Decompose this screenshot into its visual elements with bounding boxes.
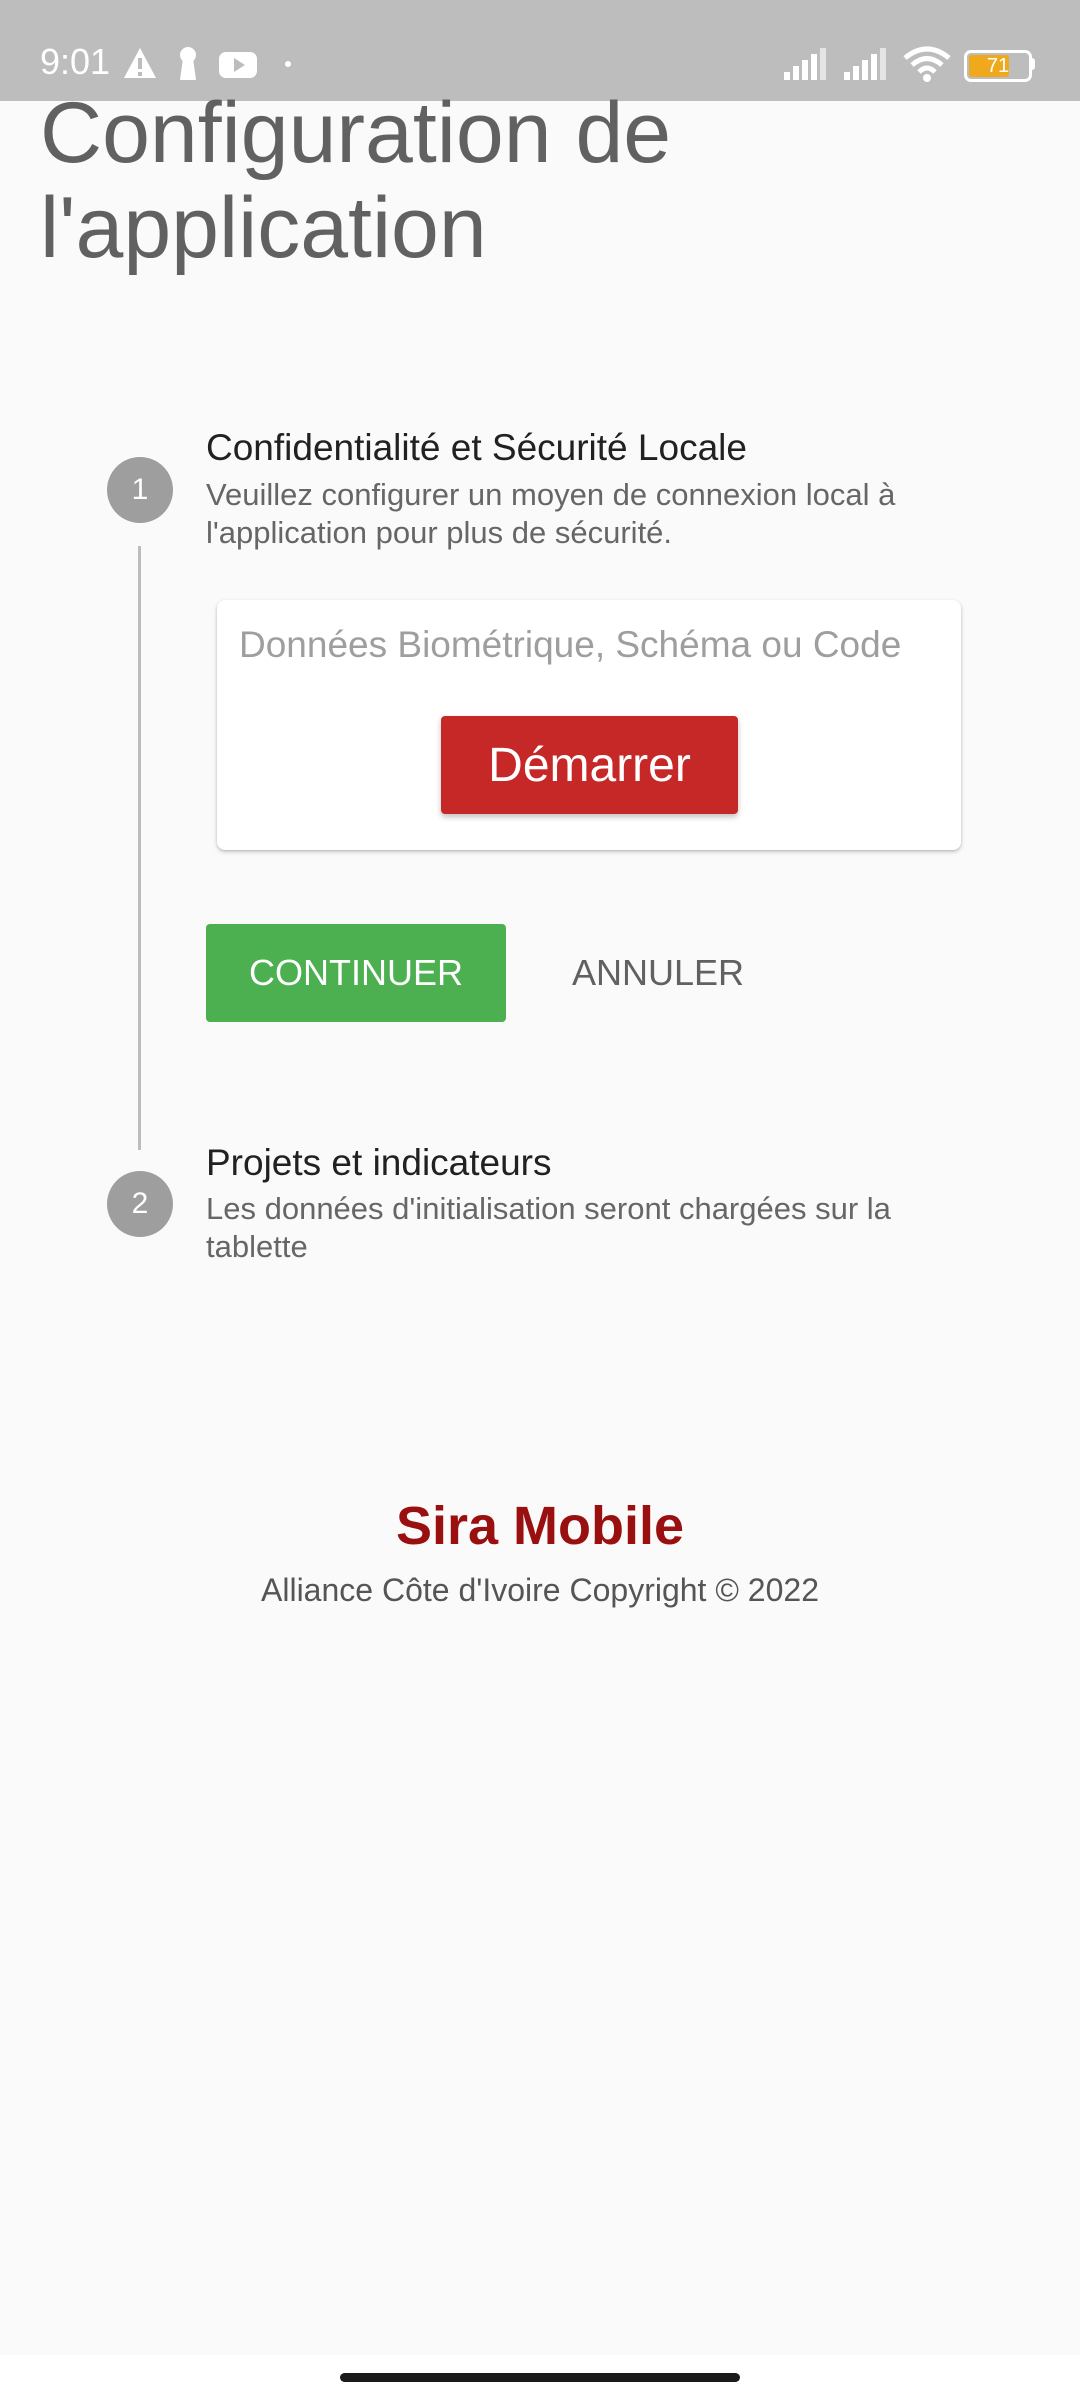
cancel-button[interactable]: ANNULER [540,924,776,1022]
step-number: 1 [131,473,149,506]
battery-level: 71 [986,55,1010,77]
warning-icon [124,48,156,78]
dot-icon [285,61,291,67]
continue-button[interactable]: CONTINUER [206,924,506,1022]
security-hint: Données Biométrique, Schéma ou Code [239,624,902,665]
step-2-indicator[interactable]: 2 [107,1171,173,1237]
keyhole-icon [180,47,196,80]
security-card: Données Biométrique, Schéma ou Code Déma… [217,600,961,850]
copyright-text: Alliance Côte d'Ivoire Copyright © 2022 [261,1572,819,1608]
battery-icon: 71 [964,50,1032,82]
step-connector [138,546,141,1150]
step-2-description: Les données d'initialisation seront char… [206,1191,891,1264]
step-number: 2 [131,1187,149,1220]
battery-nub [1030,58,1035,70]
step-2-title[interactable]: Projets et indicateurs [206,1140,552,1186]
wifi-icon [903,46,951,82]
step-1-indicator[interactable]: 1 [107,457,173,523]
app-name: Sira Mobile [395,1496,685,1556]
status-time: 9:01 [40,41,111,82]
page-title: Configuration de l'application [40,85,672,276]
signal-icon [844,48,886,80]
youtube-icon [219,52,257,78]
step-1-title[interactable]: Confidentialité et Sécurité Locale [206,425,747,471]
step-1-description: Veuillez configurer un moyen de connexio… [206,477,896,550]
signal-icon [784,48,826,80]
home-indicator[interactable] [340,2373,740,2382]
start-button[interactable]: Démarrer [441,716,738,814]
